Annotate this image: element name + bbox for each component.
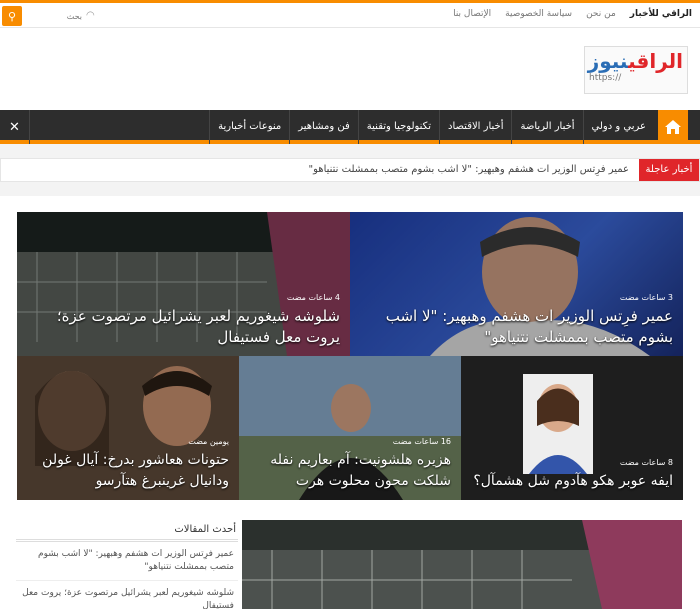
logo-url: https://: [589, 73, 622, 83]
featured-post-4[interactable]: 16 ساعات مضت هزيره هلشونيت: آم بعاريم نف…: [239, 356, 461, 500]
post-time-3: 8 ساعات مضت: [619, 458, 673, 467]
post-title-1[interactable]: عمير فرِتس الوزير ات هشفم وهبهير: "لا اش…: [360, 306, 673, 348]
search-button[interactable]: ⚲: [2, 6, 22, 26]
nav-item-sports[interactable]: أخبار الرياضة: [511, 110, 582, 144]
featured-post-2[interactable]: 4 ساعات مضت شلوشه شيغوريم لعبر يشرائيل م…: [17, 212, 350, 356]
random-post-button[interactable]: ✕: [0, 110, 30, 144]
post-time-4: 16 ساعات مضت: [392, 437, 451, 446]
latest-articles-title: أحدث المقالات: [16, 520, 238, 542]
post-title-4[interactable]: هزيره هلشونيت: آم بعاريم نفله شلكت محون …: [249, 450, 451, 492]
rss-icon[interactable]: ◠: [86, 10, 95, 21]
logo-text-1: الراقي: [628, 49, 683, 73]
latest-article-1[interactable]: عمير فرِتس الوزير ات هشفم وهبهير: "لا اش…: [16, 542, 238, 581]
top-bar: ⚲ ◠ الراقي للأخبار من نحن سياسة الخصوصية…: [0, 0, 700, 28]
post-image-large: [242, 520, 682, 609]
top-link-contact[interactable]: الإتصال بنا: [453, 9, 491, 19]
latest-article-2[interactable]: شلوشه شيغوريم لعبر يشرائيل مرتصوت عزة؛ ي…: [16, 581, 238, 609]
shuffle-icon: ✕: [9, 119, 20, 135]
search-icon: ⚲: [7, 9, 17, 23]
featured-post-1[interactable]: 3 ساعات مضت عمير فرِتس الوزير ات هشفم وه…: [350, 212, 683, 356]
latest-articles-widget: أحدث المقالات عمير فرِتس الوزير ات هشفم …: [16, 520, 238, 609]
featured-post-3[interactable]: 8 ساعات مضت ايفه عوبر هكو هآدوم شل هشمآل…: [461, 356, 683, 500]
post-time-2: 4 ساعات مضت: [286, 293, 340, 302]
top-link-site[interactable]: الراقي للأخبار: [630, 9, 692, 19]
site-header: الراقينيوز https://: [0, 28, 700, 110]
post-time-5: يومين مضت: [188, 437, 229, 446]
top-link-privacy[interactable]: سياسة الخصوصية: [505, 9, 572, 19]
nav-item-art[interactable]: فن ومشاهير: [289, 110, 358, 144]
featured-post-5[interactable]: يومين مضت حتونات هعاشور بدرخ: آيال غولن …: [17, 356, 239, 500]
nav-item-economy[interactable]: أخبار الاقتصاد: [439, 110, 511, 144]
nav-item-tech[interactable]: تكنولوجيا وتقنية: [357, 110, 439, 144]
home-button[interactable]: [658, 110, 688, 144]
post-title-5[interactable]: حتونات هعاشور بدرخ: آيال غولن ودانيال غر…: [27, 450, 229, 492]
nav-item-world[interactable]: عربي و دولي: [582, 110, 654, 144]
post-thumbnail-large[interactable]: [242, 520, 682, 609]
breaking-news-label: أخبار عاجلة: [639, 159, 699, 181]
post-title-3[interactable]: ايفه عوبر هكو هآدوم شل هشمآل؟: [471, 471, 673, 492]
home-icon: [665, 120, 681, 134]
breaking-news-link[interactable]: عمير فرِتس الوزير ات هشفم وهبهير: "لا اش…: [309, 159, 629, 181]
nav-item-misc[interactable]: منوعات أخبارية: [209, 110, 289, 144]
top-link-about[interactable]: من نحن: [586, 9, 616, 19]
breaking-news-ticker: أخبار عاجلة عمير فرِتس الوزير ات هشفم وه…: [0, 158, 700, 182]
post-time-1: 3 ساعات مضت: [619, 293, 673, 302]
post-title-2[interactable]: شلوشه شيغوريم لعبر يشرائيل مرتصوت عزة؛ ي…: [27, 306, 340, 348]
main-navigation: عربي و دولي أخبار الرياضة أخبار الاقتصاد…: [0, 110, 700, 144]
logo-text-2: نيوز: [587, 49, 629, 73]
top-navigation: الراقي للأخبار من نحن سياسة الخصوصية الإ…: [453, 9, 692, 19]
search-input[interactable]: [22, 9, 82, 23]
site-logo[interactable]: الراقينيوز https://: [584, 46, 688, 94]
